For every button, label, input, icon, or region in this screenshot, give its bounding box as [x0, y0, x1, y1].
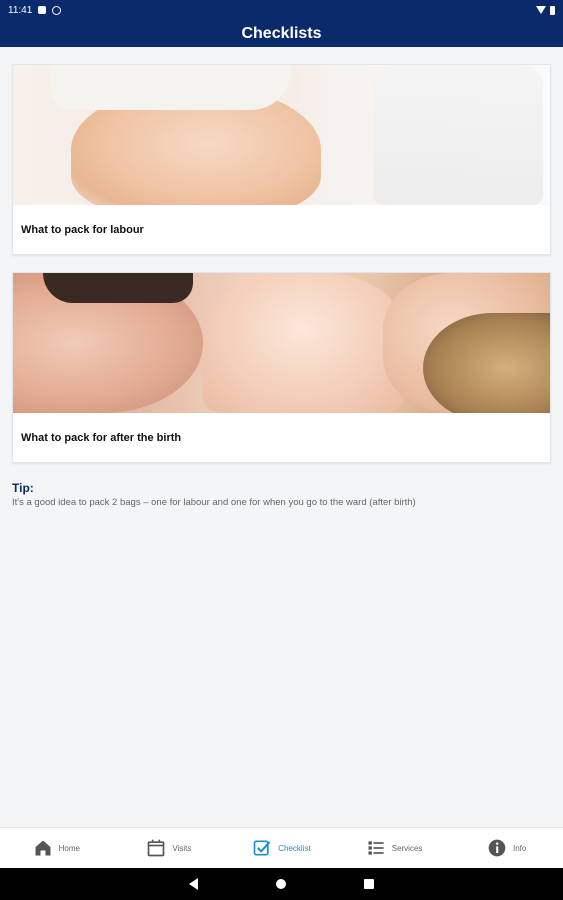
back-icon[interactable]: [189, 878, 198, 890]
page-title: Checklists: [241, 24, 322, 42]
data-saver-icon: [52, 5, 62, 15]
system-navigation: [0, 868, 563, 900]
nav-label: Home: [58, 843, 80, 853]
nav-label: Info: [513, 843, 527, 853]
card-label: What to pack for labour: [21, 223, 144, 236]
checkbox-icon: [253, 840, 271, 856]
nav-label: Visits: [172, 843, 192, 853]
status-time: 11:41: [8, 4, 33, 16]
bottom-navigation: Home Visits Checklist Services Info: [0, 827, 563, 868]
list-icon: [368, 841, 384, 855]
tip-block: Tip: It's a good idea to pack 2 bags – o…: [12, 481, 551, 508]
info-icon: [488, 839, 506, 857]
nav-services[interactable]: Services: [338, 828, 451, 868]
checklist-card-labour[interactable]: What to pack for labour: [12, 64, 551, 255]
pregnant-belly-photo: [13, 65, 550, 205]
nav-label: Services: [391, 843, 423, 853]
checklist-card-after-birth[interactable]: What to pack for after the birth: [12, 272, 551, 463]
nav-checklist[interactable]: Checklist: [225, 828, 338, 868]
checklists-content: What to pack for labour What to pack for…: [0, 47, 563, 827]
nav-label: Checklist: [278, 843, 311, 853]
battery-icon: [550, 5, 555, 15]
home-icon: [35, 840, 51, 856]
tip-title: Tip:: [12, 481, 34, 495]
sim-icon: [38, 6, 47, 14]
recents-icon[interactable]: [364, 879, 374, 889]
nav-info[interactable]: Info: [450, 828, 563, 868]
tip-text: It's a good idea to pack 2 bags – one fo…: [12, 497, 416, 508]
nav-visits[interactable]: Visits: [113, 828, 226, 868]
app-bar: Checklists: [0, 20, 563, 47]
family-newborn-photo: [13, 273, 550, 413]
home-circle-icon[interactable]: [276, 879, 286, 889]
status-bar: 11:41: [0, 0, 563, 20]
card-label: What to pack for after the birth: [21, 431, 182, 444]
calendar-icon: [148, 839, 165, 857]
nav-home[interactable]: Home: [0, 828, 113, 868]
wifi-icon: [536, 6, 546, 14]
